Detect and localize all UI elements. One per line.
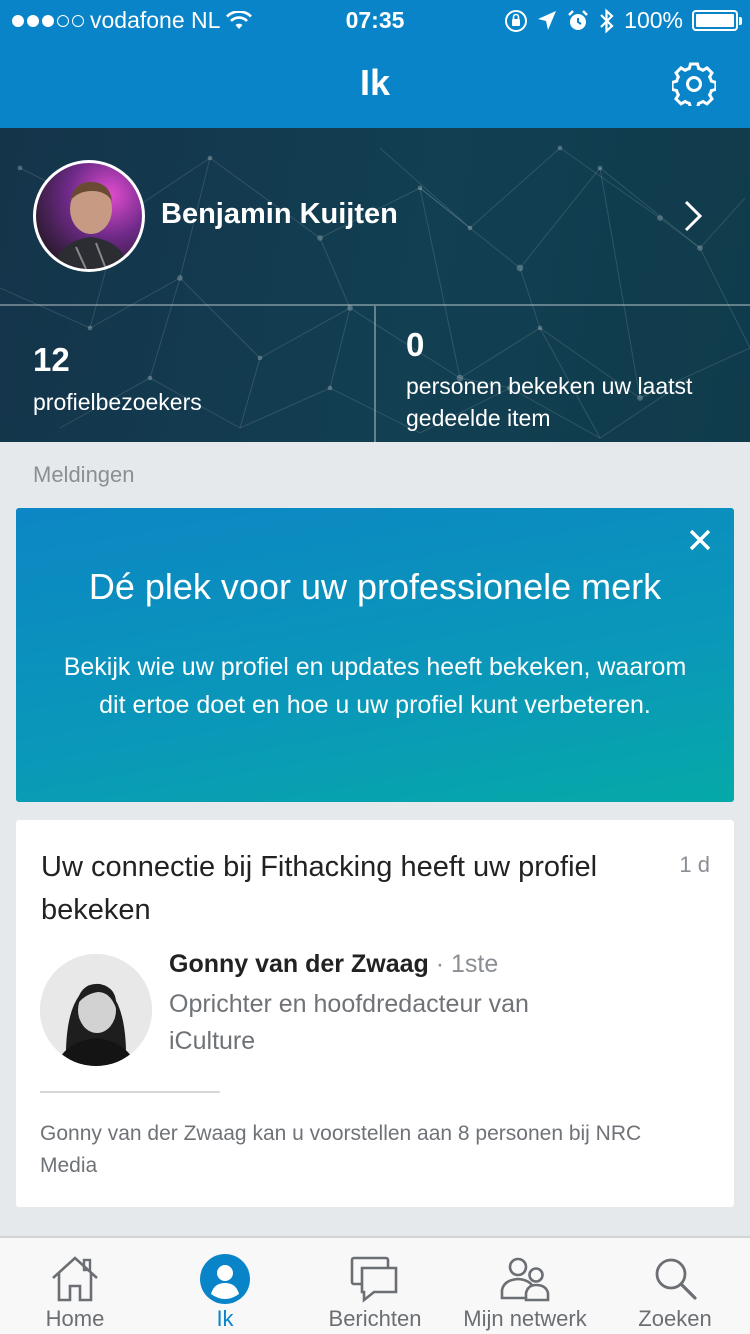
shared-item-views-count[interactable]: 0 [406, 326, 424, 364]
promo-title: Dé plek voor uw professionele merk [88, 566, 662, 607]
tab-my-network-label: Mijn netwerk [463, 1306, 587, 1331]
gear-icon[interactable] [672, 62, 716, 106]
person-silhouette-icon [54, 181, 128, 269]
location-icon [538, 10, 557, 30]
chevron-right-icon[interactable] [682, 198, 704, 234]
shared-item-views-label-line1[interactable]: personen bekeken uw laatst [406, 370, 692, 402]
profile-visitors-count[interactable]: 12 [33, 341, 70, 379]
connection-degree: · 1ste [428, 950, 499, 978]
messages-icon [350, 1256, 398, 1303]
person-avatar[interactable] [40, 954, 152, 1066]
person-name-text[interactable]: Gonny van der Zwaag [169, 950, 429, 978]
promo-body: Bekijk wie uw profiel en updates heeft b… [63, 653, 687, 719]
notification-footer[interactable]: Gonny van der Zwaag kan u voorstellen aa… [40, 1118, 680, 1182]
profile-visitors-label[interactable]: profielbezoekers [33, 386, 202, 418]
card-separator [40, 1091, 220, 1093]
section-title-notifications: Meldingen [33, 462, 135, 487]
battery-percent: 100% [624, 7, 683, 33]
notification-card[interactable]: Uw connectie bij Fithacking heeft uw pro… [16, 820, 734, 1207]
person-name[interactable]: Gonny van der Zwaag · 1ste [169, 950, 498, 979]
bluetooth-icon [600, 8, 614, 33]
avatar-photo [36, 163, 142, 269]
close-icon[interactable] [686, 526, 714, 554]
tab-search-label: Zoeken [638, 1306, 712, 1331]
promo-banner[interactable]: Dé plek voor uw professionele merk Bekij… [16, 508, 734, 802]
tab-bar: Home Ik Berichten Mijn netwerk Zoeken [0, 1236, 750, 1334]
tab-home[interactable]: Home [0, 1238, 150, 1334]
tab-me[interactable]: Ik [150, 1238, 300, 1334]
profile-name[interactable]: Benjamin Kuijten [161, 198, 398, 231]
status-right: 100% [504, 7, 742, 34]
tab-messages[interactable]: Berichten [300, 1238, 450, 1334]
profile-header: Benjamin Kuijten 12 profielbezoekers 0 p… [0, 128, 750, 442]
alarm-icon [568, 9, 589, 30]
network-icon [500, 1257, 550, 1302]
notification-time: 1 d [679, 852, 710, 877]
person-headline: Oprichter en hoofdredacteur van iCulture [169, 990, 529, 1055]
battery-icon [692, 10, 742, 31]
profile-icon [200, 1254, 250, 1304]
tab-me-label: Ik [216, 1306, 234, 1331]
tab-search[interactable]: Zoeken [600, 1238, 750, 1334]
orientation-lock-icon [505, 9, 528, 32]
profile-avatar[interactable] [33, 160, 145, 272]
tab-my-network[interactable]: Mijn netwerk [450, 1238, 600, 1334]
tab-home-label: Home [45, 1306, 105, 1331]
page-title: Ik [359, 62, 391, 103]
home-icon [52, 1256, 98, 1302]
person-photo-icon [40, 954, 152, 1066]
notification-title: Uw connectie bij Fithacking heeft uw pro… [41, 851, 598, 926]
search-icon [655, 1258, 697, 1300]
stats-divider [374, 306, 376, 442]
shared-item-views-label-line2[interactable]: gedeelde item [406, 402, 551, 434]
status-bar: vodafone NL 07:35 100% [0, 0, 750, 40]
tab-messages-label: Berichten [328, 1306, 422, 1331]
top-bar: vodafone NL 07:35 100% Ik [0, 0, 750, 128]
